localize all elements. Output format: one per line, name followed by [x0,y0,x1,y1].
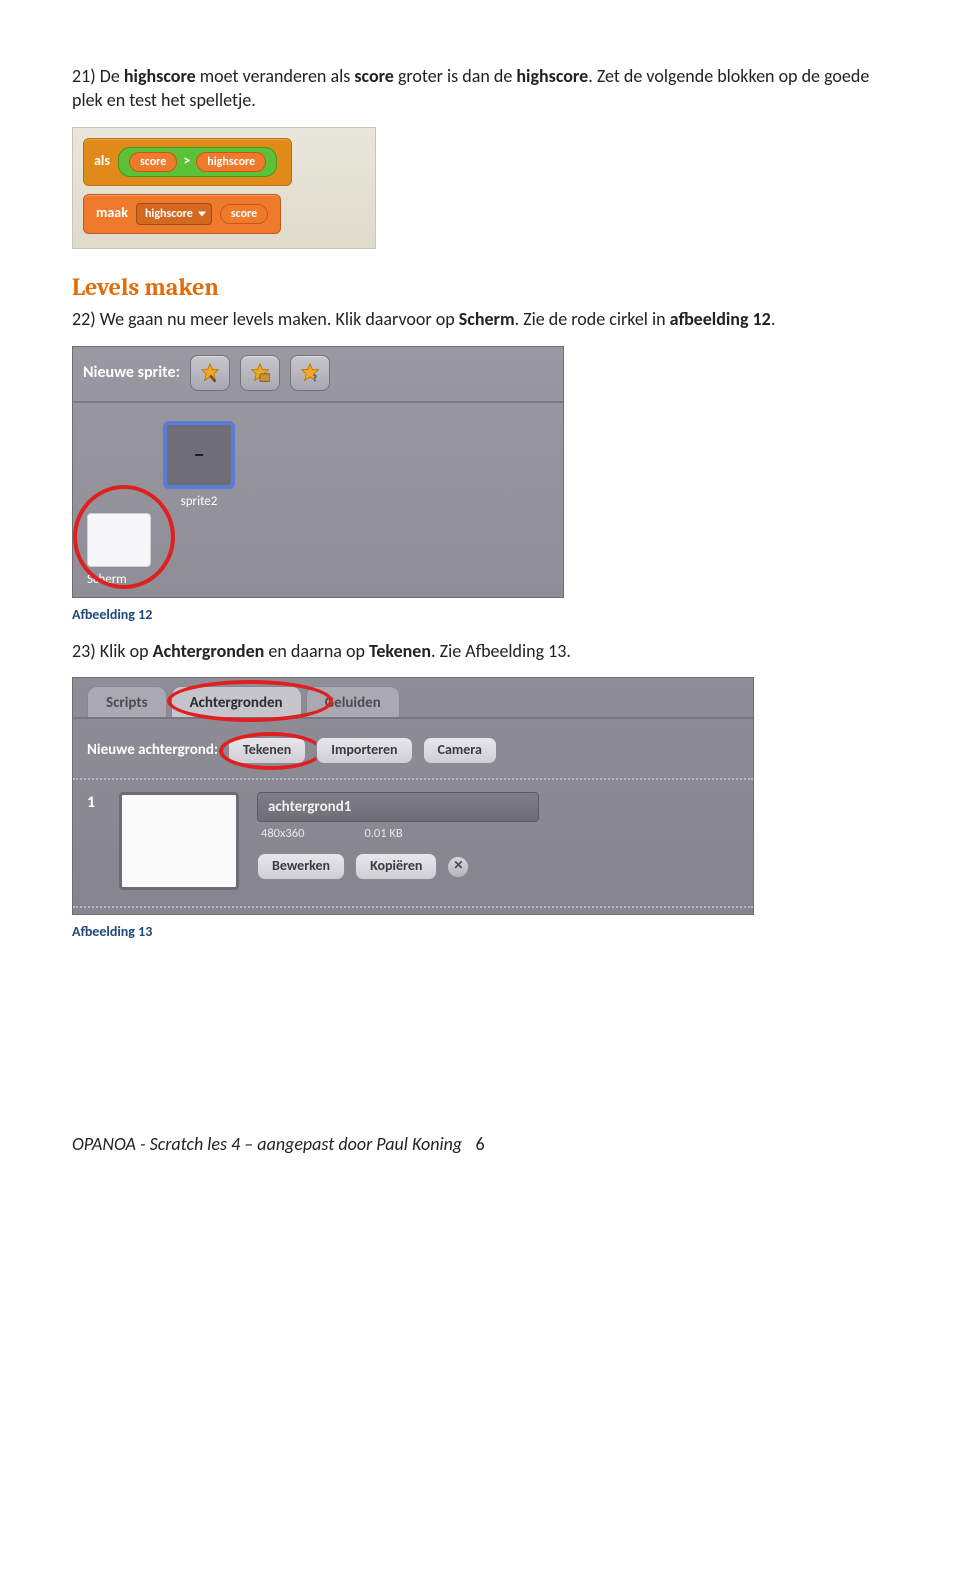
star-folder-icon [250,363,270,383]
bg-size: 0.01 KB [364,826,402,843]
sprite-cell[interactable]: sprite2 [163,421,235,591]
btn-label: Tekenen [243,741,291,758]
text: moet veranderen als [196,65,355,87]
svg-text:?: ? [312,371,317,383]
bg-thumb[interactable] [119,792,239,890]
text: groter is dan de [394,65,516,87]
tab-scripts[interactable]: Scripts [87,686,167,717]
page-number: 6 [475,1133,484,1155]
if-label: als [94,152,110,171]
gt-operator: > [183,152,190,171]
camera-background-button[interactable]: Camera [423,737,497,764]
page-footer: OPANOA - Scratch les 4 – aangepast door … [72,1132,888,1156]
bold-afbeelding12: afbeelding 12 [670,308,771,330]
para-22: 22) We gaan nu meer levels maken. Klik d… [72,307,888,331]
para-23: 23) Klik op Achtergronden en daarna op T… [72,639,888,663]
tabs: Scripts Achtergronden Geluiden [73,678,753,719]
background-panel-image: Scripts Achtergronden Geluiden Nieuwe ac… [72,677,754,915]
text: . Zie de rode cirkel in [515,308,670,330]
bold-tekenen: Tekenen [369,640,431,662]
caption-afbeelding-13: Afbeelding 13 [72,923,888,942]
stage-cell[interactable]: Scherm [73,513,173,589]
text: . Zie Afbeelding 13. [431,640,571,662]
sprite-dot-icon [195,454,203,456]
set-dropdown: highscore [136,203,212,225]
text: en daarna op [264,640,369,662]
bold-highscore-2: highscore [516,65,588,87]
copy-bg-button[interactable]: Kopiëren [355,853,437,880]
stage-thumb [87,513,151,567]
var-highscore: highscore [196,152,266,172]
footer-credit: OPANOA - Scratch les 4 – aangepast door … [72,1132,462,1156]
paint-background-button[interactable]: Tekenen [228,737,306,764]
text: 22) We gaan nu meer levels maken. Klik d… [72,308,459,330]
sprite-name: sprite2 [163,493,235,511]
bg-index: 1 [87,792,101,890]
star-question-icon: ? [300,363,320,383]
set-label: maak [96,204,128,223]
heading-levels-maken: Levels maken [72,271,888,303]
sprite-panel-image: Nieuwe sprite: ? sprite2 Scherm [72,346,564,598]
bg-dimensions: 480x360 [261,826,304,843]
condition-block: score > highscore [118,147,277,177]
text: . [771,308,776,330]
if-block: als score > highscore [83,138,292,186]
bold-scherm: Scherm [459,308,515,330]
close-icon: ✕ [453,858,463,874]
bg-meta-row: 480x360 0.01 KB [257,826,739,843]
bold-achtergronden: Achtergronden [153,640,265,662]
bg-name-field[interactable]: achtergrond1 [257,792,539,822]
new-background-row: Nieuwe achtergrond: Tekenen Importeren C… [73,719,753,780]
stage-label: Scherm [77,571,173,589]
sprite-panel-header: Nieuwe sprite: ? [73,347,563,403]
tab-geluiden[interactable]: Geluiden [306,686,400,717]
caption-afbeelding-12: Afbeelding 12 [72,606,888,625]
surprise-sprite-button[interactable]: ? [290,355,330,391]
para-21: 21) De highscore moet veranderen als sco… [72,64,888,113]
text: 23) Klik op [72,640,153,662]
choose-sprite-button[interactable] [240,355,280,391]
scratch-block-image: als score > highscore maak highscore sco… [72,127,376,249]
bg-meta: achtergrond1 480x360 0.01 KB Bewerken Ko… [257,792,739,890]
sprite-thumb [163,421,235,489]
var-score: score [129,152,177,172]
background-item: 1 achtergrond1 480x360 0.01 KB Bewerken … [73,780,753,908]
text: 21) De [72,65,124,87]
new-background-label: Nieuwe achtergrond: [87,740,218,760]
import-background-button[interactable]: Importeren [316,737,412,764]
bg-button-row: Bewerken Kopiëren ✕ [257,853,739,880]
set-block: maak highscore score [83,194,281,234]
new-sprite-label: Nieuwe sprite: [83,362,180,384]
bold-highscore: highscore [124,65,196,87]
edit-bg-button[interactable]: Bewerken [257,853,345,880]
bold-score: score [354,65,394,87]
set-value: score [220,204,268,224]
paint-sprite-button[interactable] [190,355,230,391]
delete-bg-button[interactable]: ✕ [447,856,469,878]
tab-achtergronden[interactable]: Achtergronden [171,686,302,717]
star-brush-icon [200,363,220,383]
